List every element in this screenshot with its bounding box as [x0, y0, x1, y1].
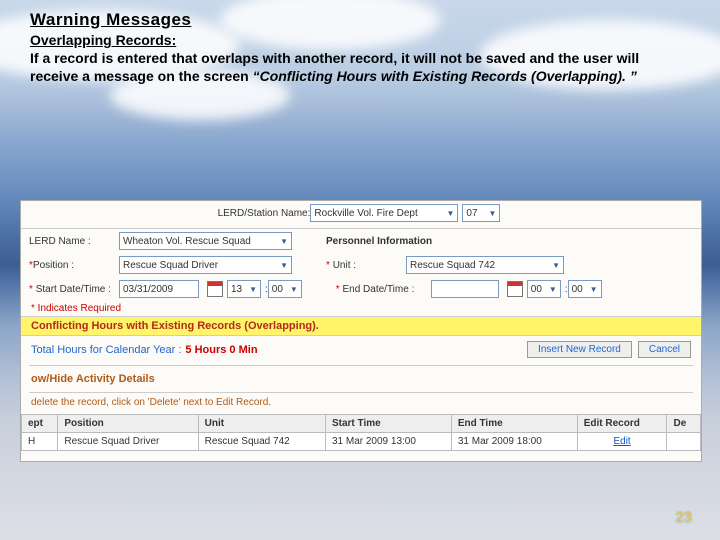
- body-paragraph: If a record is entered that overlaps wit…: [30, 50, 690, 85]
- slide-text: Warning Messages Overlapping Records: If…: [30, 10, 690, 85]
- chevron-down-icon: ▼: [488, 209, 496, 218]
- calendar-icon[interactable]: [207, 281, 223, 297]
- start-date-input[interactable]: 03/31/2009: [119, 280, 199, 298]
- position-row: *Position : Rescue Squad Driver▼ * Unit …: [21, 253, 701, 277]
- start-mm-select[interactable]: 00▼: [268, 280, 302, 298]
- subheading: Overlapping Records:: [30, 32, 690, 48]
- station-select[interactable]: Rockville Vol. Fire Dept▼: [310, 204, 458, 222]
- lerd-row: LERD Name : Wheaton Vol. Rescue Squad▼ P…: [21, 229, 701, 253]
- chevron-down-icon: ▼: [552, 261, 560, 270]
- body-message: “Conflicting Hours with Existing Records…: [253, 68, 637, 84]
- screenshot-panel: LERD/Station Name: Rockville Vol. Fire D…: [20, 200, 702, 462]
- lerd-select[interactable]: Wheaton Vol. Rescue Squad▼: [119, 232, 292, 250]
- start-label: Start Date/Time :: [36, 284, 111, 295]
- total-bar: Total Hours for Calendar Year : 5 Hours …: [21, 336, 701, 363]
- end-hh-select[interactable]: 00▼: [527, 280, 561, 298]
- station-num-select[interactable]: 07▼: [462, 204, 500, 222]
- unit-label: Unit :: [333, 260, 356, 271]
- page-number: 23: [675, 509, 692, 526]
- total-value: 5 Hours 0 Min: [185, 344, 257, 356]
- th-dept: ept: [22, 415, 58, 433]
- table-row: H Rescue Squad Driver Rescue Squad 742 3…: [22, 433, 701, 451]
- end-label: End Date/Time :: [342, 284, 414, 295]
- section-header[interactable]: ow/Hide Activity Details: [21, 368, 701, 390]
- th-edit: Edit Record: [577, 415, 667, 433]
- chevron-down-icon: ▼: [446, 209, 454, 218]
- th-position: Position: [58, 415, 198, 433]
- unit-select[interactable]: Rescue Squad 742▼: [406, 256, 564, 274]
- warning-bar: Conflicting Hours with Existing Records …: [21, 316, 701, 336]
- heading: Warning Messages: [30, 10, 690, 30]
- cell-unit: Rescue Squad 742: [198, 433, 325, 451]
- cell-position: Rescue Squad Driver: [58, 433, 198, 451]
- chevron-down-icon: ▼: [280, 261, 288, 270]
- cell-del: [667, 433, 701, 451]
- insert-record-button[interactable]: Insert New Record: [527, 341, 632, 358]
- th-start: Start Time: [325, 415, 451, 433]
- required-note: * Indicates Required: [21, 301, 701, 316]
- total-label: Total Hours for Calendar Year :: [31, 344, 181, 356]
- end-date-input[interactable]: [431, 280, 499, 298]
- th-unit: Unit: [198, 415, 325, 433]
- th-del: De: [667, 415, 701, 433]
- position-select[interactable]: Rescue Squad Driver▼: [119, 256, 292, 274]
- station-label: LERD/Station Name:: [218, 208, 311, 219]
- th-end: End Time: [451, 415, 577, 433]
- start-hh-select[interactable]: 13▼: [227, 280, 261, 298]
- end-mm-select[interactable]: 00▼: [568, 280, 602, 298]
- chevron-down-icon: ▼: [280, 237, 288, 246]
- cell-start: 31 Mar 2009 13:00: [325, 433, 451, 451]
- datetime-row: * Start Date/Time : 03/31/2009 13▼ : 00▼…: [21, 277, 701, 301]
- help-text: delete the record, click on 'Delete' nex…: [21, 395, 701, 414]
- cancel-button[interactable]: Cancel: [638, 341, 691, 358]
- position-label: Position :: [33, 260, 74, 271]
- cell-end: 31 Mar 2009 18:00: [451, 433, 577, 451]
- records-table: ept Position Unit Start Time End Time Ed…: [21, 414, 701, 451]
- table-header-row: ept Position Unit Start Time End Time Ed…: [22, 415, 701, 433]
- lerd-label: LERD Name :: [29, 236, 119, 247]
- edit-link[interactable]: Edit: [577, 433, 667, 451]
- calendar-icon[interactable]: [507, 281, 523, 297]
- cell-dept: H: [22, 433, 58, 451]
- personnel-info-label: Personnel Information: [326, 236, 432, 247]
- station-row: LERD/Station Name: Rockville Vol. Fire D…: [21, 201, 701, 229]
